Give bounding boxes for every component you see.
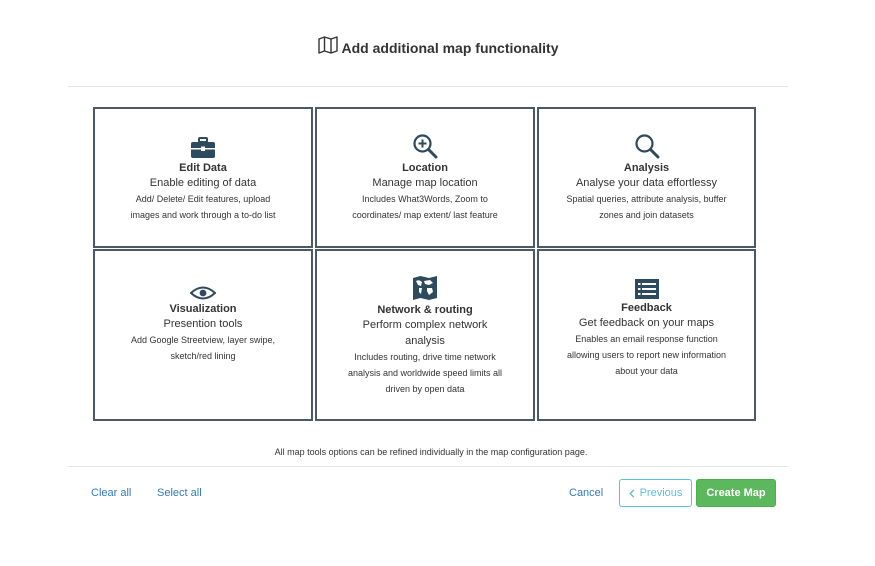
card-location[interactable]: Location Manage map location Includes Wh…	[315, 107, 535, 248]
magnifier-icon	[634, 134, 659, 159]
card-network-routing[interactable]: Network & routing Perform complex networ…	[315, 249, 535, 421]
previous-button-label: Previous	[639, 487, 683, 499]
world-map-icon	[413, 276, 437, 300]
card-description: Includes routing, drive time network ana…	[317, 349, 533, 397]
card-description: Enables an email response function allow…	[539, 331, 754, 379]
card-description: Add/ Delete/ Edit features, upload image…	[95, 191, 311, 223]
card-subtitle: Analyse your data effortlessy	[575, 177, 718, 189]
card-description-line: Enables an email response function	[575, 334, 718, 344]
card-edit-data[interactable]: Edit Data Enable editing of data Add/ De…	[93, 107, 313, 248]
card-subtitle: Enable editing of data	[149, 177, 257, 189]
eye-icon	[190, 286, 216, 300]
card-description: Add Google Streetview, layer swipe, sket…	[95, 332, 311, 364]
card-subtitle-line: Perform complex network	[362, 319, 488, 331]
card-description-line: Includes What3Words, Zoom to	[362, 194, 488, 204]
card-title: Feedback	[621, 302, 672, 314]
card-description-line: Add/ Delete/ Edit features, upload	[135, 194, 271, 204]
page-title: Add additional map functionality	[341, 40, 559, 56]
header-divider	[68, 86, 788, 87]
card-description-line: allowing users to report new information	[566, 350, 727, 360]
card-description-line: driven by open data	[385, 384, 465, 394]
create-map-button[interactable]: Create Map	[696, 479, 776, 507]
footer-divider	[68, 466, 788, 467]
card-title: Location	[402, 162, 448, 174]
card-subtitle: Manage map location	[372, 177, 478, 189]
cancel-button[interactable]: Cancel	[569, 487, 603, 499]
card-description-line: Spatial queries, attribute analysis, buf…	[566, 194, 727, 204]
dialog-header: Add additional map functionality	[0, 36, 875, 56]
card-title: Visualization	[169, 303, 237, 315]
card-title: Network & routing	[377, 304, 473, 316]
map-icon	[317, 36, 338, 54]
card-title: Analysis	[623, 162, 670, 174]
previous-button[interactable]: Previous	[619, 479, 692, 507]
briefcase-icon	[191, 137, 215, 158]
card-description-line: Add Google Streetview, layer swipe,	[130, 335, 276, 345]
card-description: Spatial queries, attribute analysis, buf…	[539, 191, 754, 223]
card-subtitle-line: analysis	[405, 335, 445, 347]
card-description: Includes What3Words, Zoom to coordinates…	[317, 191, 533, 223]
card-description-line: Includes routing, drive time network	[354, 352, 496, 362]
select-all-button[interactable]: Select all	[157, 487, 202, 499]
card-description-line: coordinates/ map extent/ last feature	[352, 210, 498, 220]
chevron-left-icon	[628, 488, 634, 498]
clear-all-button[interactable]: Clear all	[91, 487, 131, 499]
card-description-line: images and work through a to-do list	[130, 210, 276, 220]
card-visualization[interactable]: Visualization Presention tools Add Googl…	[93, 249, 313, 421]
card-description-line: about your data	[615, 366, 678, 376]
card-subtitle: Get feedback on your maps	[578, 317, 715, 329]
card-subtitle: Perform complex network analysis	[317, 317, 533, 349]
card-description-line: sketch/red lining	[170, 351, 236, 361]
card-subtitle: Presention tools	[163, 318, 243, 330]
card-description-line: zones and join datasets	[599, 210, 694, 220]
list-icon	[634, 279, 659, 299]
card-analysis[interactable]: Analysis Analyse your data effortlessy S…	[537, 107, 756, 248]
card-description-line: analysis and worldwide speed limits all	[347, 368, 503, 378]
card-feedback[interactable]: Feedback Get feedback on your maps Enabl…	[537, 249, 756, 421]
configuration-note: All map tools options can be refined ind…	[274, 447, 588, 457]
zoom-in-icon	[413, 134, 438, 159]
card-title: Edit Data	[179, 162, 227, 174]
